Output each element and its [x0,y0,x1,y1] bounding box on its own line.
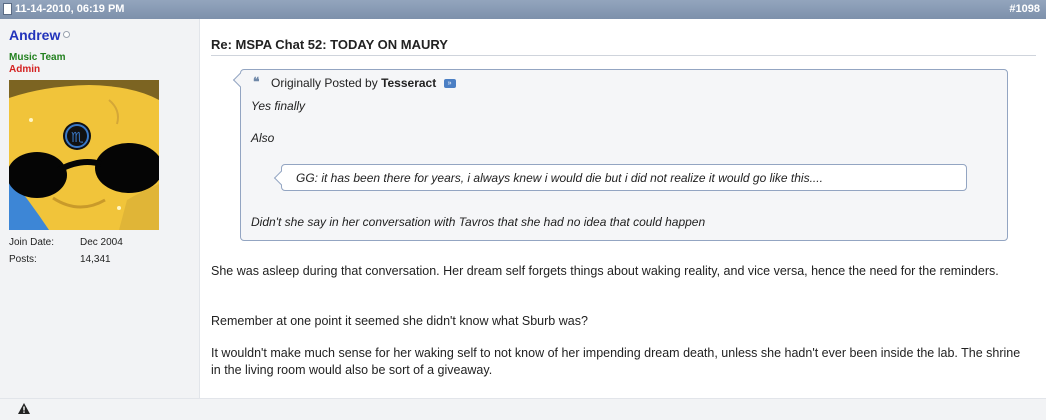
posts-label: Posts: [9,254,37,265]
post-paragraph: She was asleep during that conversation.… [211,264,999,278]
nested-quote-text: GG: it has been there for years, i alway… [296,171,823,185]
join-date-value: Dec 2004 [80,237,123,248]
quote-prefix: Originally Posted by [271,76,378,90]
warning-icon[interactable] [17,402,31,415]
quote-line: Didn't she say in her conversation with … [251,215,706,229]
user-title-secondary: Admin [9,64,41,75]
post-date: 11-14-2010, 06:19 PM [15,3,125,15]
online-status-icon [63,31,70,38]
quote-line: Yes finally [251,99,306,113]
username-link[interactable]: Andrew [9,27,60,43]
post-header: 11-14-2010, 06:19 PM #1098 [0,0,1046,19]
document-icon [3,3,12,15]
post-content: Re: MSPA Chat 52: TODAY ON MAURY ❝ Origi… [200,19,1046,398]
post-footer [0,398,1046,420]
post-paragraph: It wouldn't make much sense for her waki… [211,346,1021,377]
svg-text:♏: ♏ [71,130,84,146]
quote-attribution: Originally Posted by Tesseract » [271,76,456,90]
post-number-link[interactable]: #1098 [1009,3,1040,15]
quote-author: Tesseract [381,76,437,90]
user-avatar[interactable]: ♏ [9,80,159,230]
view-post-icon[interactable]: » [443,79,456,89]
post-paragraph: Remember at one point it seemed she didn… [211,314,588,328]
user-title-primary: Music Team [9,52,66,63]
quote-line: Also [251,131,275,145]
posts-value: 14,341 [80,254,111,265]
post-title: Re: MSPA Chat 52: TODAY ON MAURY [211,37,448,52]
join-date-label: Join Date: [9,237,55,248]
user-info-panel: Andrew Music Team Admin ♏ Join Date: Dec… [0,19,200,398]
quote-pointer [232,72,248,88]
nested-quote: GG: it has been there for years, i alway… [273,164,967,191]
title-divider [211,55,1036,56]
quote-block: ❝ Originally Posted by Tesseract » Yes f… [232,69,1008,241]
quote-icon: ❝ [253,75,260,89]
quote-pointer [273,170,289,186]
